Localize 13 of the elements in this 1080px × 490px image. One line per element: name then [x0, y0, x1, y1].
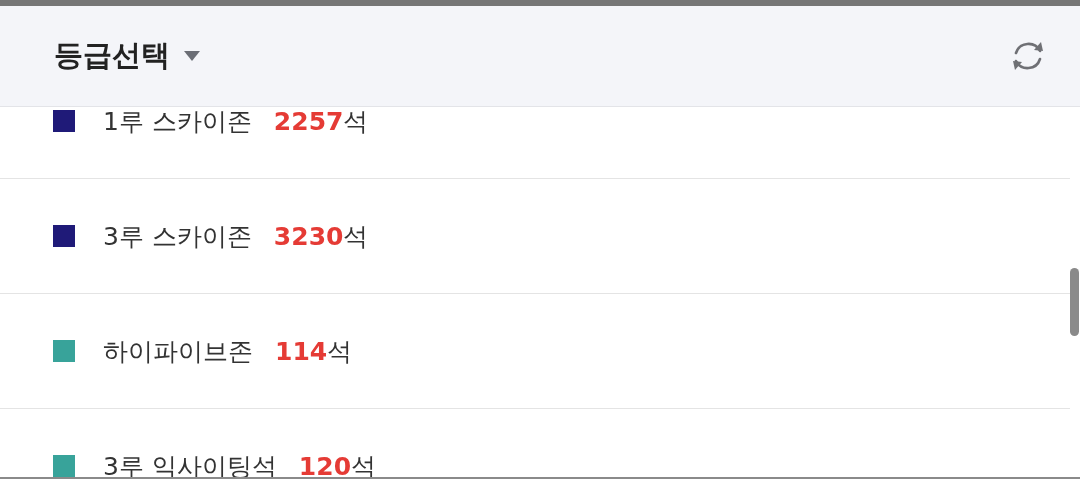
seat-unit: 석	[343, 220, 369, 253]
seat-count: 114	[275, 336, 328, 366]
grade-name: 1루 스카이존	[103, 105, 252, 138]
seat-count: 2257	[273, 106, 344, 136]
seat-unit: 석	[327, 335, 353, 368]
grade-name: 하이파이브존	[103, 335, 253, 368]
scrollbar[interactable]	[1070, 268, 1079, 336]
grade-select-dropdown[interactable]: 등급선택	[54, 36, 200, 76]
seat-count: 120	[298, 451, 352, 477]
caret-icon	[184, 51, 200, 61]
seat-unit: 석	[343, 105, 369, 138]
grade-name: 3루 스카이존	[103, 220, 252, 253]
seat-count: 3230	[273, 221, 344, 251]
